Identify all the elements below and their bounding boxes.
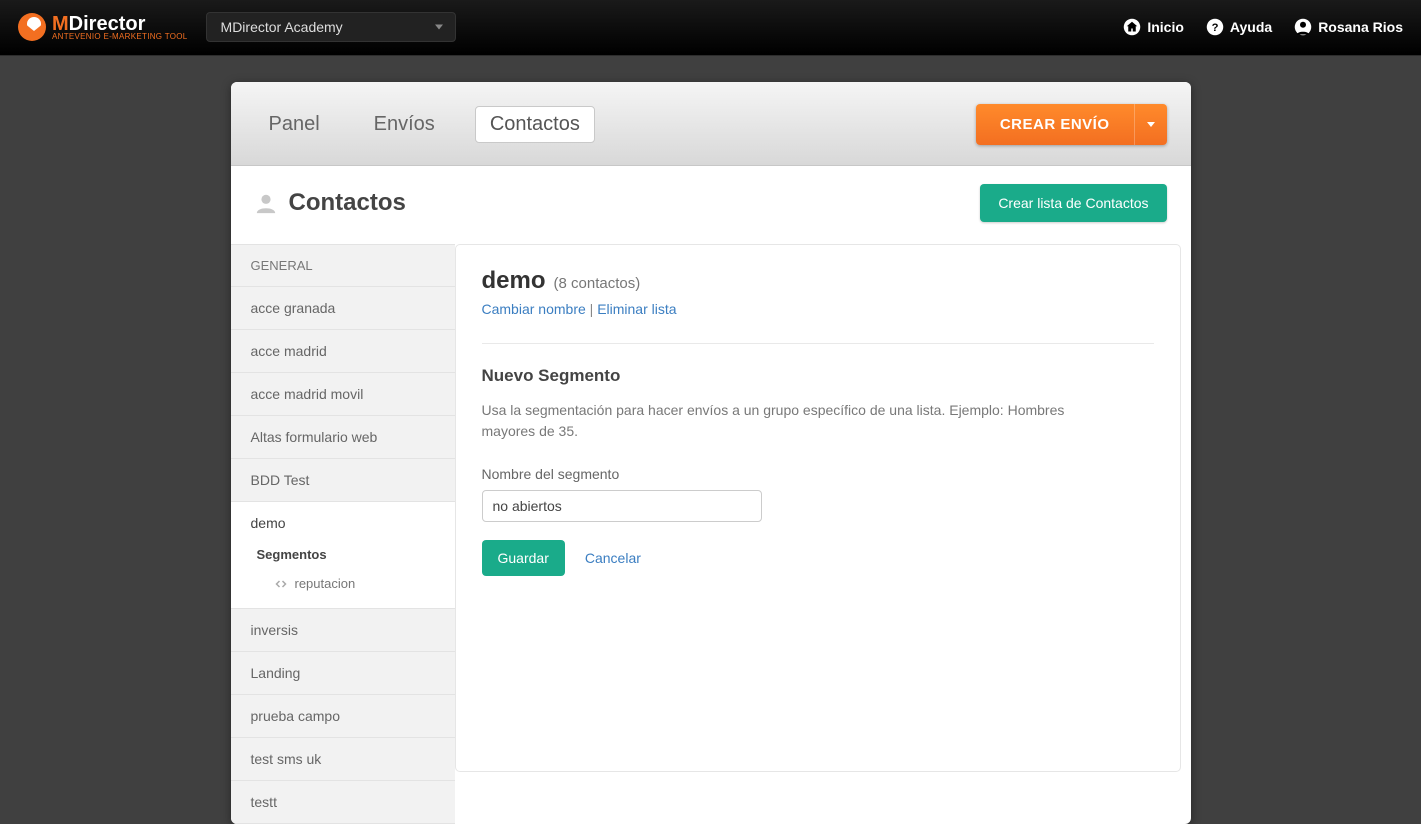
brand-mark-icon (18, 13, 46, 41)
sidebar-item-inversis[interactable]: inversis (231, 609, 455, 652)
content: demo (8 contactos) Cambiar nombre | Elim… (455, 244, 1191, 824)
sidebar-item-demo[interactable]: demo (231, 502, 455, 541)
topbar: MDirector ANTEVENIO E-MARKETING TOOL MDi… (0, 0, 1421, 55)
sidebar-item-test-sms-uk[interactable]: test sms uk (231, 738, 455, 781)
delete-list-link[interactable]: Eliminar lista (597, 301, 676, 317)
user-name: Rosana Rios (1318, 19, 1403, 35)
user-icon (1294, 18, 1312, 36)
create-send-dropdown[interactable] (1134, 104, 1167, 145)
sidebar-item-demo-segments: Segmentos reputacion (231, 541, 455, 609)
account-dropdown[interactable]: MDirector Academy (206, 12, 456, 42)
create-send-button[interactable]: CREAR ENVÍO (976, 104, 1134, 145)
new-segment-title: Nuevo Segmento (482, 366, 1154, 386)
new-segment-description: Usa la segmentación para hacer envíos a … (482, 400, 1122, 442)
brand-name: MDirector (52, 14, 188, 34)
chevron-down-icon (435, 25, 443, 30)
sidebar-item-prueba-campo[interactable]: prueba campo (231, 695, 455, 738)
sidebar-item-bdd-test[interactable]: BDD Test (231, 459, 455, 502)
chevron-down-icon (1147, 122, 1155, 127)
section-title: Contactos (289, 189, 406, 217)
create-contact-list-button[interactable]: Crear lista de Contactos (980, 184, 1166, 222)
sidebar-item-testt[interactable]: testt (231, 781, 455, 824)
code-icon (275, 578, 287, 590)
sidebar-item-acce-granada[interactable]: acce granada (231, 287, 455, 330)
list-title: demo (8 contactos) (482, 267, 1154, 295)
home-link[interactable]: Inicio (1123, 18, 1184, 36)
save-button[interactable]: Guardar (482, 540, 565, 576)
create-send-button-group: CREAR ENVÍO (976, 104, 1167, 145)
contacts-icon (255, 192, 277, 214)
segments-label: Segmentos (251, 547, 435, 568)
segment-name-input[interactable] (482, 490, 762, 522)
sidebar-item-altas-formulario[interactable]: Altas formulario web (231, 416, 455, 459)
user-menu[interactable]: Rosana Rios (1294, 18, 1403, 36)
topbar-right: Inicio ? Ayuda Rosana Rios (1123, 18, 1403, 36)
tab-envios[interactable]: Envíos (360, 107, 449, 142)
divider (482, 343, 1154, 344)
list-count: (8 contactos) (554, 275, 641, 292)
tab-panel[interactable]: Panel (255, 107, 334, 142)
cancel-link[interactable]: Cancelar (585, 550, 641, 566)
sidebar-item-acce-madrid[interactable]: acce madrid (231, 330, 455, 373)
help-link[interactable]: ? Ayuda (1206, 18, 1272, 36)
separator: | (586, 301, 597, 317)
sidebar-header-general: GENERAL (231, 244, 455, 287)
segment-name-label: Nombre del segmento (482, 466, 1154, 482)
brand-logo[interactable]: MDirector ANTEVENIO E-MARKETING TOOL (18, 13, 188, 41)
help-icon: ? (1206, 18, 1224, 36)
account-selected-label: MDirector Academy (221, 19, 343, 35)
section-title-row: Contactos Crear lista de Contactos (231, 166, 1191, 244)
lists-sidebar: GENERAL acce granada acce madrid acce ma… (231, 244, 455, 824)
home-icon (1123, 18, 1141, 36)
list-actions: Cambiar nombre | Eliminar lista (482, 301, 1154, 317)
list-name: demo (482, 267, 546, 295)
content-card: demo (8 contactos) Cambiar nombre | Elim… (455, 244, 1181, 772)
rename-list-link[interactable]: Cambiar nombre (482, 301, 586, 317)
brand-tagline: ANTEVENIO E-MARKETING TOOL (52, 32, 188, 41)
sidebar-item-acce-madrid-movil[interactable]: acce madrid movil (231, 373, 455, 416)
main-nav: Panel Envíos Contactos CREAR ENVÍO (231, 82, 1191, 166)
home-label: Inicio (1147, 19, 1184, 35)
tab-contactos[interactable]: Contactos (475, 106, 595, 143)
segment-item-reputacion[interactable]: reputacion (251, 568, 435, 595)
sidebar-item-landing[interactable]: Landing (231, 652, 455, 695)
segment-item-label: reputacion (295, 576, 356, 591)
help-label: Ayuda (1230, 19, 1272, 35)
svg-text:?: ? (1211, 22, 1218, 34)
form-actions: Guardar Cancelar (482, 540, 1154, 576)
main-card: Panel Envíos Contactos CREAR ENVÍO Conta… (231, 82, 1191, 824)
